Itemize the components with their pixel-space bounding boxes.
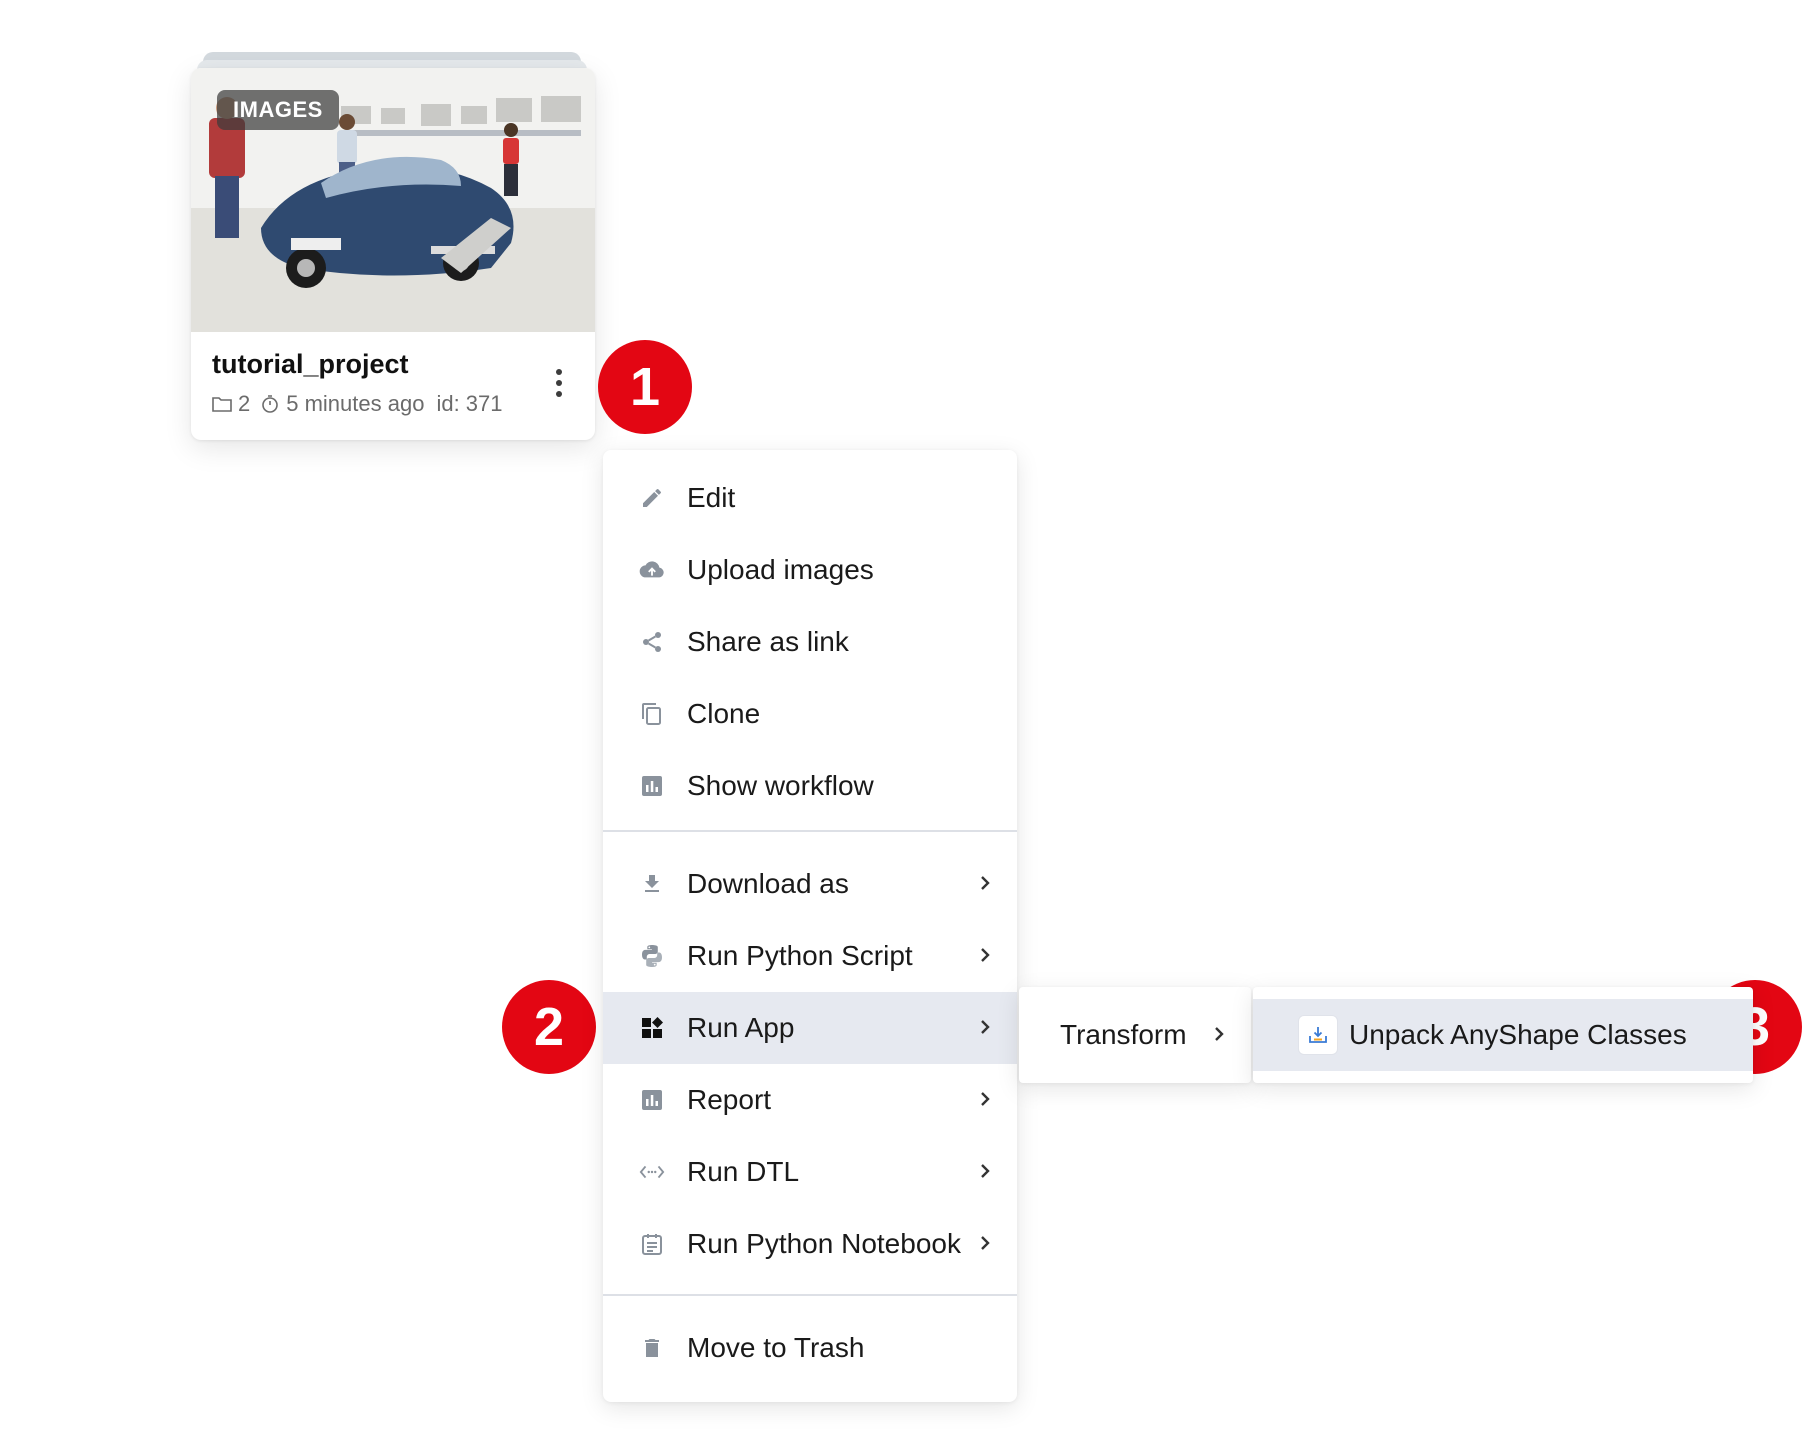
menu-item-share-as-link[interactable]: Share as link bbox=[603, 606, 1017, 678]
python-icon bbox=[642, 945, 662, 967]
type-badge: IMAGES bbox=[217, 90, 339, 130]
menu-item-clone[interactable]: Clone bbox=[603, 678, 1017, 750]
bar-chart-icon bbox=[642, 776, 662, 796]
project-id: id: 371 bbox=[436, 391, 503, 416]
kebab-dot bbox=[556, 391, 562, 397]
download-icon bbox=[645, 875, 659, 892]
project-title[interactable]: tutorial_project bbox=[212, 349, 409, 380]
submenu-item-unpack-anyshape-classes[interactable]: Unpack AnyShape Classes bbox=[1253, 999, 1753, 1071]
menu-item-label: Show workflow bbox=[687, 770, 874, 801]
copy-icon bbox=[642, 703, 661, 725]
menu-divider bbox=[603, 830, 1017, 832]
step-marker-1: 1 bbox=[598, 340, 692, 434]
folder-icon bbox=[212, 397, 232, 412]
submenu-item-label: Unpack AnyShape Classes bbox=[1349, 1019, 1687, 1050]
menu-item-label: Run App bbox=[687, 1012, 795, 1043]
submenu-item-transform[interactable]: Transform bbox=[1019, 999, 1251, 1071]
menu-item-label: Upload images bbox=[687, 554, 874, 585]
context-menu: Edit Upload images Share as link Clone S… bbox=[603, 450, 1017, 1402]
unpack-icon bbox=[1309, 1027, 1327, 1043]
menu-item-label: Report bbox=[687, 1084, 772, 1115]
transform-submenu: Unpack AnyShape Classes bbox=[1253, 987, 1753, 1083]
chevron-right-icon bbox=[981, 1020, 990, 1034]
menu-item-label: Share as link bbox=[687, 626, 849, 657]
menu-item-run-python-script[interactable]: Run Python Script bbox=[603, 920, 1017, 992]
project-card[interactable]: IMAGES tutorial_project 2 5 minutes ago … bbox=[191, 68, 595, 440]
menu-item-show-workflow[interactable]: Show workflow bbox=[603, 750, 1017, 822]
app-icon bbox=[1298, 1015, 1338, 1055]
notebook-icon bbox=[642, 1234, 662, 1255]
menu-item-report[interactable]: Report bbox=[603, 1064, 1017, 1136]
menu-item-label: Run Python Notebook bbox=[687, 1228, 961, 1259]
project-thumbnail[interactable]: IMAGES bbox=[191, 68, 595, 332]
more-options-button[interactable] bbox=[547, 363, 571, 403]
menu-item-download-as[interactable]: Download as bbox=[603, 848, 1017, 920]
share-icon bbox=[643, 632, 661, 652]
step-marker-2: 2 bbox=[502, 980, 596, 1074]
chevron-right-icon bbox=[981, 948, 990, 962]
kebab-dot bbox=[556, 369, 562, 375]
chevron-right-icon bbox=[981, 876, 990, 890]
bar-chart-icon bbox=[642, 1090, 662, 1110]
chevron-right-icon bbox=[981, 1164, 990, 1178]
datasets-count: 2 bbox=[238, 391, 251, 416]
menu-item-edit[interactable]: Edit bbox=[603, 462, 1017, 534]
menu-item-label: Clone bbox=[687, 698, 761, 729]
timer-icon bbox=[262, 395, 279, 413]
project-meta: 2 5 minutes ago id: 371 bbox=[212, 391, 503, 417]
code-icon bbox=[639, 1165, 665, 1179]
kebab-dot bbox=[556, 380, 562, 386]
chevron-right-icon bbox=[981, 1236, 990, 1250]
run-app-submenu: Transform bbox=[1019, 987, 1251, 1083]
menu-item-label: Run Python Script bbox=[687, 940, 913, 971]
menu-item-label: Move to Trash bbox=[687, 1332, 865, 1363]
menu-item-upload-images[interactable]: Upload images bbox=[603, 534, 1017, 606]
chevron-right-icon bbox=[1215, 1027, 1224, 1041]
pencil-icon bbox=[643, 489, 661, 507]
menu-item-run-app[interactable]: Run App bbox=[603, 992, 1017, 1064]
apps-icon bbox=[642, 1017, 663, 1038]
menu-item-run-dtl[interactable]: Run DTL bbox=[603, 1136, 1017, 1208]
menu-item-run-python-notebook[interactable]: Run Python Notebook bbox=[603, 1208, 1017, 1280]
submenu-item-label: Transform bbox=[1060, 1019, 1187, 1050]
cloud-upload-icon bbox=[639, 561, 664, 578]
menu-item-move-to-trash[interactable]: Move to Trash bbox=[603, 1312, 1017, 1384]
trash-icon bbox=[645, 1339, 659, 1357]
chevron-right-icon bbox=[981, 1092, 990, 1106]
menu-divider bbox=[603, 1294, 1017, 1296]
menu-item-label: Run DTL bbox=[687, 1156, 800, 1187]
updated-time: 5 minutes ago bbox=[286, 391, 425, 416]
menu-item-label: Download as bbox=[687, 868, 849, 899]
menu-item-label: Edit bbox=[687, 482, 736, 513]
